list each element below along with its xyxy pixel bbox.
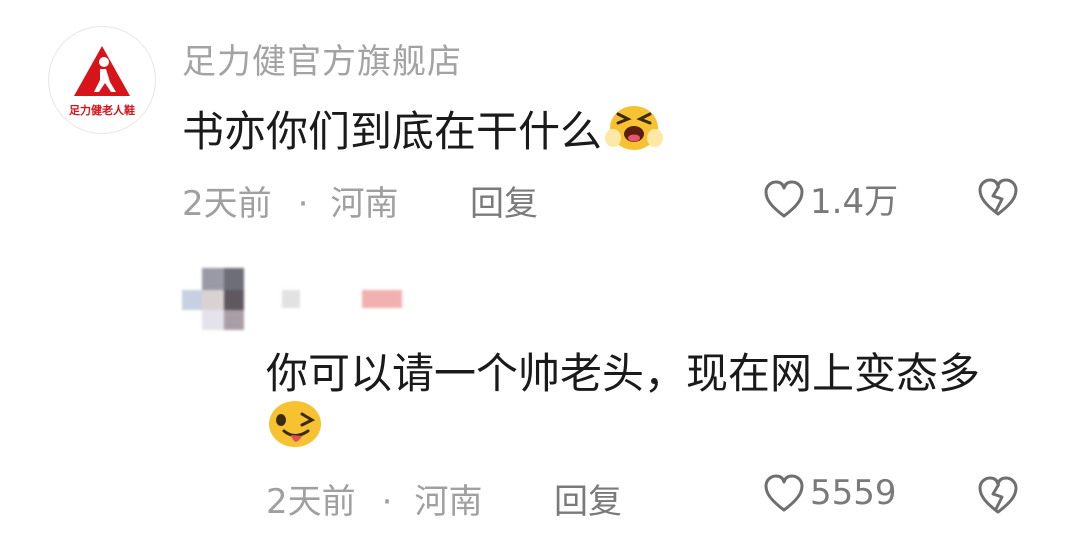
meta-separator: · [297, 184, 309, 224]
broken-heart-icon [978, 476, 1018, 514]
meta-separator: · [381, 482, 393, 522]
comment-time: 2天前 [182, 184, 272, 224]
reply-time: 2天前 [266, 482, 356, 522]
reply-like-button[interactable]: 5559 [762, 472, 897, 514]
comment-meta: 2天前 · 河南 [182, 176, 398, 225]
avatar-brand-text: 足力健老人鞋 [69, 103, 135, 117]
broken-heart-icon [978, 178, 1018, 216]
heart-outline-icon [764, 180, 804, 217]
reply-button[interactable]: 回复 [470, 176, 538, 225]
reply-text: 你可以请一个帅老头，现在网上变态多 [266, 349, 981, 398]
comment-username[interactable]: 足力健官方旗舰店 [182, 34, 462, 83]
reply-avatar[interactable] [182, 268, 244, 330]
comment-location: 河南 [330, 184, 399, 224]
reply-reply-button[interactable]: 回复 [554, 474, 622, 523]
avatar[interactable]: 足力健老人鞋 [48, 26, 156, 134]
comment-text-body: 书亦你们到底在干什么 [182, 107, 603, 156]
dislike-button[interactable] [976, 176, 1020, 222]
walking-person-logo-icon: 足力健老人鞋 [69, 46, 135, 117]
crying-face-emoji [604, 100, 664, 164]
reply-like-count: 5559 [810, 473, 897, 513]
reply-dislike-button[interactable] [976, 474, 1020, 520]
winking-tongue-face-emoji [264, 398, 326, 454]
reply-username-blur [282, 290, 300, 308]
comment-text: 书亦你们到底在干什么 [182, 98, 664, 164]
like-count: 1.4万 [810, 182, 899, 222]
reply-meta: 2天前 · 河南 [266, 474, 482, 523]
like-button[interactable]: 1.4万 [762, 174, 898, 223]
reply-username-blur [362, 290, 402, 308]
reply-location: 河南 [414, 482, 483, 522]
heart-outline-icon [764, 474, 804, 512]
